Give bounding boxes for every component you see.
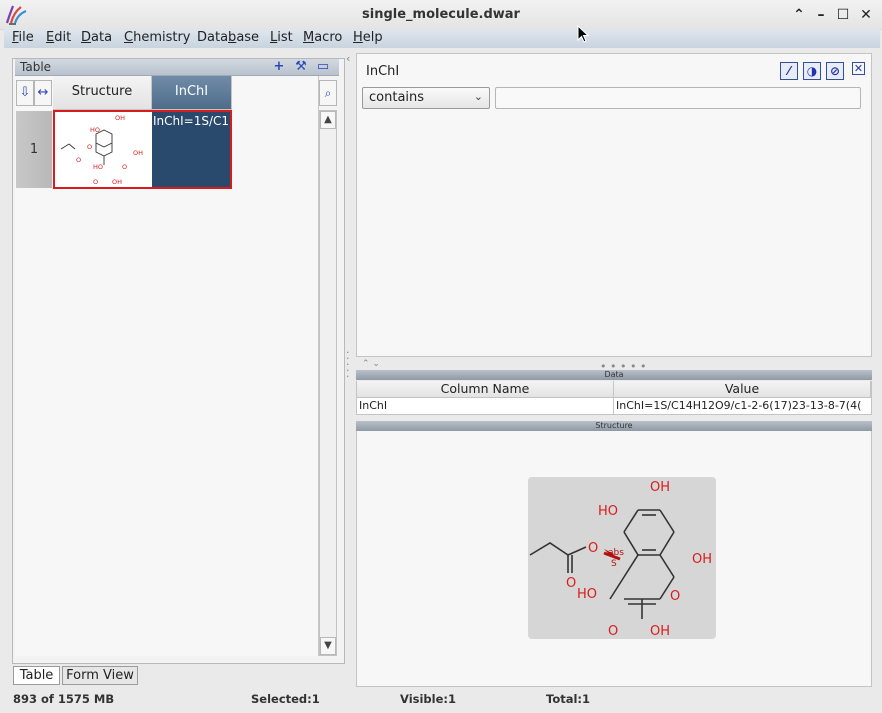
data-cell-value[interactable]: InChI=1S/C14H12O9/c1-2-6(17)23-13-8-7(4( bbox=[616, 398, 868, 414]
menu-edit[interactable]: Edit bbox=[46, 30, 71, 45]
chevron-down-icon: ⌄ bbox=[473, 90, 483, 103]
label-o-ester: O bbox=[588, 541, 598, 556]
molecule-card[interactable]: OH HO OH O O HO O O OH abs S bbox=[528, 477, 716, 639]
label-oh-right: OH bbox=[692, 552, 712, 567]
label-oh-acid: OH bbox=[650, 624, 670, 639]
maximize-button[interactable]: ☐ bbox=[834, 6, 852, 24]
filter-column-title: InChI bbox=[366, 64, 400, 79]
tab-form-view[interactable]: Form View bbox=[62, 666, 138, 685]
table-panel-title: Table bbox=[20, 60, 52, 74]
label-ho-lower: HO bbox=[577, 587, 597, 602]
structure-panel-header: Structure bbox=[356, 421, 872, 431]
close-filter-icon[interactable]: ✕ bbox=[852, 62, 865, 75]
splitter-arrow-icon[interactable]: ‹ bbox=[346, 52, 350, 65]
column-header-structure[interactable]: Structure bbox=[53, 76, 152, 110]
data-panel-header: Data bbox=[356, 370, 872, 380]
menu-list[interactable]: List bbox=[270, 30, 293, 45]
column-header-inchi[interactable]: InChI bbox=[152, 76, 232, 110]
data-header-value[interactable]: Value bbox=[614, 381, 871, 398]
status-total: Total:1 bbox=[546, 692, 591, 706]
add-view-icon[interactable]: + bbox=[271, 60, 287, 74]
thumb-o-ester: O bbox=[87, 143, 92, 151]
disable-filter-icon[interactable]: ⊘ bbox=[826, 62, 844, 80]
minimize-button[interactable]: – bbox=[812, 6, 830, 24]
structure-cell[interactable]: OH HO OH O O HO O O OH bbox=[53, 110, 152, 189]
row-number[interactable]: 1 bbox=[16, 111, 52, 188]
label-abs: abs bbox=[608, 548, 624, 558]
thumb-oh-right: OH bbox=[133, 149, 143, 157]
wrench-icon[interactable]: ⚒ bbox=[293, 60, 309, 74]
tab-table[interactable]: Table bbox=[13, 666, 60, 685]
close-window-button[interactable]: ✕ bbox=[857, 6, 875, 24]
label-o-ketone: O bbox=[670, 589, 680, 604]
filter-options-icon[interactable]: ◑ bbox=[803, 62, 821, 80]
menu-chemistry[interactable]: Chemistry bbox=[124, 30, 191, 45]
mouse-cursor-icon bbox=[577, 25, 589, 43]
label-ho-left: HO bbox=[598, 504, 618, 519]
data-header-column-name[interactable]: Column Name bbox=[357, 381, 614, 398]
search-icon[interactable]: ⌕ bbox=[319, 80, 337, 106]
invert-filter-icon[interactable]: ⁄ bbox=[780, 62, 798, 80]
label-oh-top: OH bbox=[650, 480, 670, 495]
menu-bar: File Edit Data Chemistry Database List M… bbox=[4, 29, 880, 48]
thumb-ho-lower: HO bbox=[93, 163, 103, 171]
status-selected: Selected:1 bbox=[251, 692, 320, 706]
vertical-scrollbar[interactable]: ▲ ▼ bbox=[319, 110, 337, 656]
status-visible: Visible:1 bbox=[400, 692, 457, 706]
menu-macro[interactable]: Macro bbox=[303, 30, 342, 45]
window-title: single_molecule.dwar bbox=[362, 7, 520, 22]
thumb-ho-left: HO bbox=[90, 126, 100, 134]
molecule-thumbnail: OH HO OH O O HO O O OH bbox=[60, 114, 143, 186]
splitter-collapse-icon[interactable]: ⌃ ⌄ bbox=[362, 359, 380, 369]
filter-mode-select[interactable]: contains ⌄ bbox=[362, 87, 490, 109]
molecule-structure: OH HO OH O O HO O O OH abs S bbox=[529, 480, 712, 639]
thumb-oh-acid: OH bbox=[112, 178, 122, 186]
scroll-down-icon[interactable]: ▼ bbox=[320, 637, 336, 655]
label-o-acid: O bbox=[608, 624, 618, 639]
maximize-view-icon[interactable]: ▭ bbox=[315, 60, 331, 74]
column-width-icon[interactable]: ↔ bbox=[34, 80, 52, 106]
menu-database[interactable]: Database bbox=[197, 30, 259, 45]
thumb-oh-top: OH bbox=[115, 114, 125, 122]
filter-mode-value: contains bbox=[369, 90, 425, 105]
thumb-o-carbonyl: O bbox=[76, 156, 81, 164]
menu-data[interactable]: Data bbox=[81, 30, 112, 45]
scroll-up-icon[interactable]: ▲ bbox=[320, 111, 336, 129]
menu-help[interactable]: Help bbox=[353, 30, 383, 45]
status-memory: 893 of 1575 MB bbox=[13, 692, 115, 706]
label-o-carbonyl: O bbox=[566, 576, 576, 591]
data-cell-name[interactable]: InChI bbox=[359, 398, 611, 414]
filter-text-input[interactable] bbox=[495, 87, 861, 109]
data-cell-divider bbox=[613, 398, 614, 414]
thumb-o-ketone: O bbox=[122, 163, 127, 171]
title-bar: single_molecule.dwar ⌃ – ☐ ✕ bbox=[0, 0, 882, 30]
menu-file[interactable]: File bbox=[12, 30, 34, 45]
collapse-icon[interactable]: ⌃ bbox=[790, 6, 808, 24]
inchi-cell[interactable]: InChI=1S/C1 bbox=[152, 110, 232, 189]
thumb-o-acid: O bbox=[93, 178, 98, 186]
vertical-splitter-grip[interactable]: · · · · · bbox=[346, 347, 350, 382]
label-stereo-s: S bbox=[611, 559, 617, 569]
export-icon[interactable]: ⇩ bbox=[16, 80, 34, 106]
table-panel-header: Table + ⚒ ▭ bbox=[15, 59, 339, 76]
